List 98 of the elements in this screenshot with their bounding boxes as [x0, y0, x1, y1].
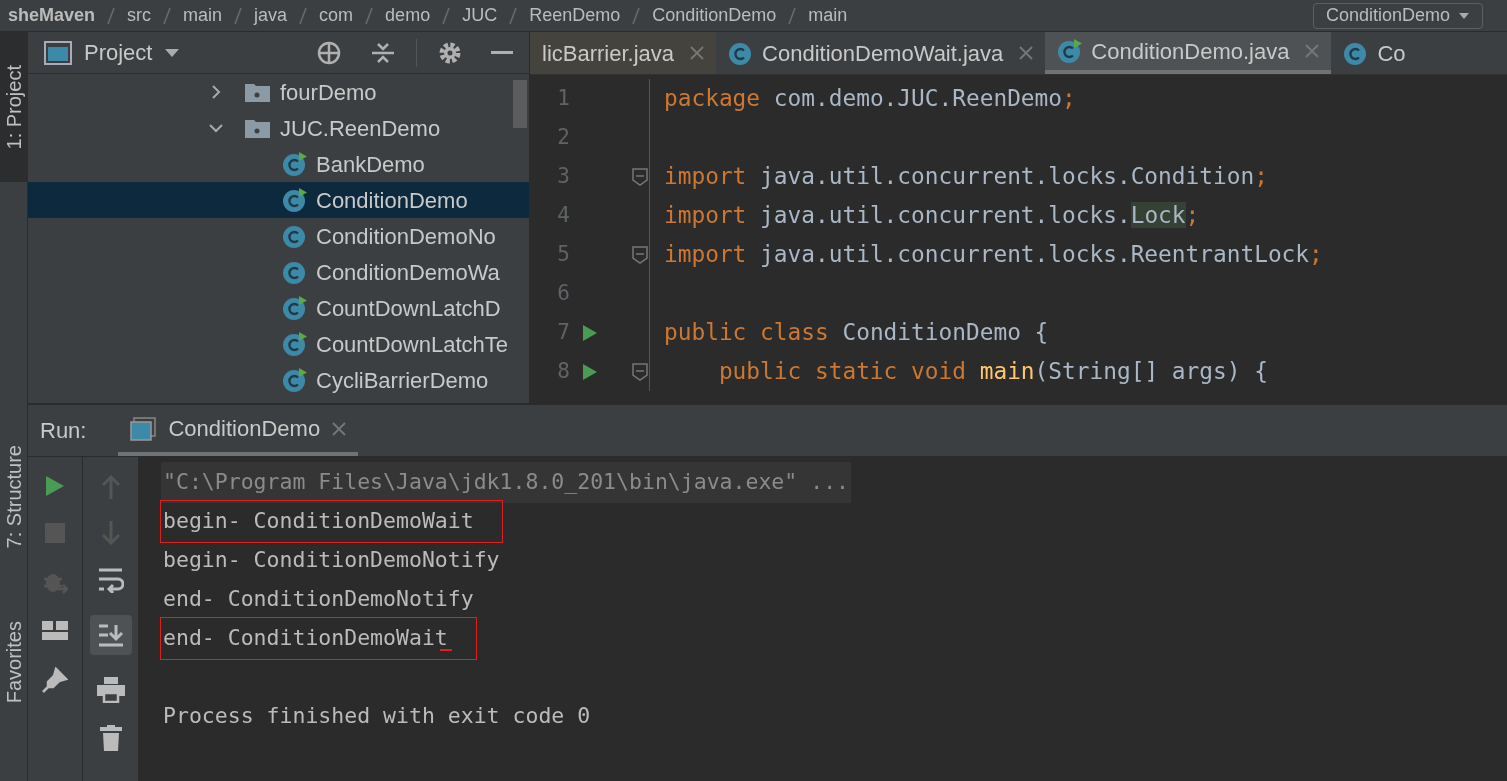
separator-icon: [234, 6, 243, 25]
scroll-to-end-icon: [97, 623, 124, 647]
tree-item-label: JUC.ReenDemo: [280, 114, 441, 143]
class-icon: [282, 223, 308, 249]
tree-item-label: BankDemo: [316, 150, 425, 179]
code-line: import java.util.concurrent.locks.Condition;: [663, 162, 1268, 192]
tree-item-label: ConditionDemoWa: [316, 258, 500, 287]
breadcrumb-item[interactable]: ConditionDemo: [652, 2, 777, 29]
caret-icon: [1458, 11, 1470, 20]
run-gutter-icon[interactable]: [582, 362, 598, 381]
runnable-class-icon: [282, 187, 308, 213]
console-output-line: begin- ConditionDemoWait: [161, 501, 502, 542]
close-icon[interactable]: [690, 46, 705, 60]
runnable-class-icon: [282, 151, 308, 177]
console-window-icon: [130, 416, 157, 441]
tool-window-stripe-button[interactable]: Favorites: [0, 602, 28, 722]
fold-marker-icon[interactable]: [632, 167, 648, 186]
code-line: public class ConditionDemo {: [663, 318, 1049, 348]
layout-icon[interactable]: [42, 621, 68, 641]
separator-icon: [442, 6, 451, 25]
run-label: Run:: [40, 417, 87, 445]
separator-icon: [163, 6, 172, 25]
trash-icon[interactable]: [99, 725, 122, 751]
editor-tab[interactable]: licBarrier.java: [530, 32, 717, 74]
caret-icon[interactable]: [164, 47, 181, 58]
line-number: 1: [556, 84, 570, 112]
tree-item[interactable]: CycliBarrierDemo: [28, 362, 529, 398]
editor-tab[interactable]: Co: [1331, 32, 1418, 74]
line-number: 5: [556, 240, 570, 268]
tree-item-label: ConditionDemo: [316, 186, 468, 215]
console-output-line: end- ConditionDemoNotify: [162, 585, 475, 614]
breadcrumb-item[interactable]: demo: [385, 2, 431, 29]
tree-item[interactable]: JUC.ReenDemo: [28, 110, 529, 146]
tree-item[interactable]: fourDemo: [28, 74, 529, 110]
code-line: import java.util.concurrent.locks.ReentrantLock;: [663, 240, 1323, 270]
breadcrumb-item[interactable]: main: [808, 2, 848, 29]
fold-marker-icon[interactable]: [632, 362, 648, 381]
tree-item-label: CountDownLatchD: [316, 294, 501, 323]
code-line: import java.util.concurrent.locks.Lock;: [663, 201, 1200, 231]
line-number: 6: [556, 279, 570, 307]
breadcrumb-item[interactable]: JUC: [462, 2, 498, 29]
breadcrumb-item[interactable]: java: [254, 2, 288, 29]
runnable-class-icon: [282, 295, 308, 321]
project-window-icon: [44, 40, 72, 65]
pin-icon[interactable]: [42, 667, 68, 693]
editor-tab[interactable]: ConditionDemoWait.java: [716, 32, 1046, 74]
code-line: public static void main(String[] args) {: [717, 357, 1268, 387]
separator-icon: [299, 6, 308, 25]
line-number: 7: [556, 318, 570, 346]
line-number: 4: [556, 201, 570, 229]
separator-icon: [509, 6, 518, 25]
tree-item[interactable]: CountDownLatchTe: [28, 326, 529, 362]
tree-item[interactable]: ConditionDemo: [28, 182, 529, 218]
tree-item[interactable]: BankDemo: [28, 146, 529, 182]
scroll-to-end-button[interactable]: [89, 615, 132, 655]
breadcrumb-item[interactable]: com: [319, 2, 354, 29]
breadcrumb-item[interactable]: main: [183, 2, 223, 29]
tree-item-label: CycliBarrierDemo: [316, 366, 489, 395]
tool-window-stripe-button[interactable]: 1: Project: [0, 32, 28, 182]
package-folder-icon: [244, 117, 272, 139]
separator-icon: [788, 6, 797, 25]
tool-window-stripe-button[interactable]: 7: Structure: [0, 412, 28, 582]
separator-icon: [107, 6, 116, 25]
project-view-dropdown[interactable]: Project: [84, 36, 153, 69]
scrollbar-thumb[interactable]: [513, 80, 527, 128]
fold-marker-icon[interactable]: [632, 245, 648, 264]
breadcrumb-item[interactable]: ReenDemo: [529, 2, 621, 29]
console-output-line: end- ConditionDemoWait: [161, 618, 476, 659]
print-icon[interactable]: [96, 677, 125, 703]
tree-item-label: ConditionDemoNo: [316, 222, 496, 251]
run-icon[interactable]: [45, 475, 65, 497]
tree-item-label: fourDemo: [280, 78, 377, 107]
separator-icon: [365, 6, 374, 25]
breadcrumb-item[interactable]: src: [127, 2, 152, 29]
console-output-line: begin- ConditionDemoNotify: [162, 546, 501, 575]
run-gutter-icon[interactable]: [582, 323, 598, 342]
runnable-class-icon: [282, 331, 308, 357]
locate-icon[interactable]: [316, 39, 342, 66]
run-configuration-dropdown[interactable]: ConditionDemo: [1312, 2, 1483, 29]
close-icon[interactable]: [1019, 46, 1034, 60]
package-folder-icon: [244, 81, 272, 103]
runnable-class-icon: [282, 367, 308, 393]
line-number: 3: [556, 162, 570, 190]
breadcrumb-item[interactable]: sheMaven: [8, 2, 96, 29]
line-number: 2: [556, 123, 570, 151]
editor-tab[interactable]: ConditionDemo.java: [1045, 32, 1332, 74]
class-icon: [282, 259, 308, 285]
tree-item[interactable]: ConditionDemoWa: [28, 254, 529, 290]
separator-icon: [632, 6, 641, 25]
console-output-line: Process finished with exit code 0: [162, 702, 592, 731]
tree-item[interactable]: CountDownLatchD: [28, 290, 529, 326]
close-icon[interactable]: [332, 421, 347, 436]
tree-item[interactable]: ConditionDemoNo: [28, 218, 529, 254]
minimize-icon[interactable]: [491, 50, 513, 55]
soft-wrap-icon[interactable]: [97, 567, 124, 593]
tree-item-label: CountDownLatchTe: [316, 330, 508, 359]
code-line: package com.demo.JUC.ReenDemo;: [663, 84, 1076, 114]
line-number: 8: [556, 357, 570, 385]
